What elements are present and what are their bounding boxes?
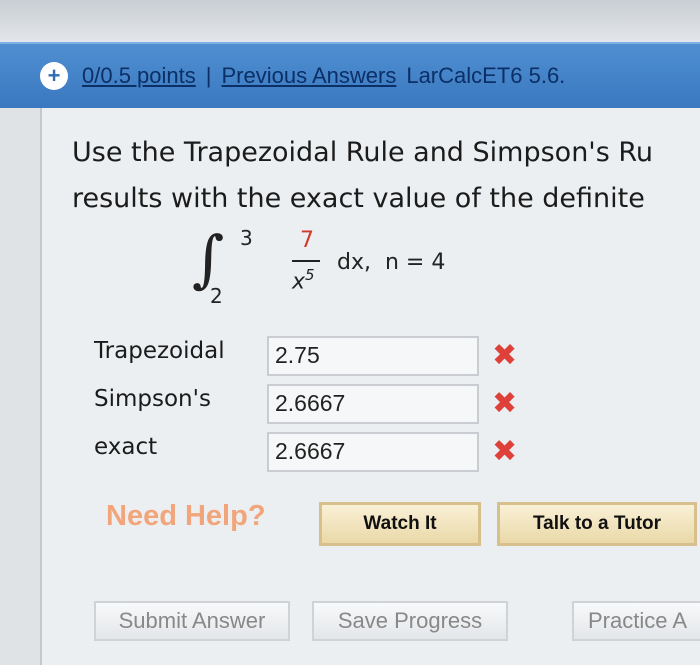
incorrect-x-icon: ✖ <box>492 338 518 373</box>
points-link[interactable]: 0/0.5 points <box>82 63 196 89</box>
denominator-base: x <box>292 269 306 295</box>
fraction-bar <box>292 260 320 262</box>
differential-and-n: dx, n = 4 <box>337 250 445 275</box>
course-code: LarCalcET6 5.6. <box>406 63 566 88</box>
exact-input[interactable]: 2.6667 <box>267 432 479 472</box>
trapezoidal-input[interactable]: 2.75 <box>267 336 479 376</box>
previous-answers-link[interactable]: Previous Answers <box>221 63 396 89</box>
label-simpsons: Simpson's <box>94 386 211 412</box>
save-progress-button[interactable]: Save Progress <box>312 601 508 641</box>
integral-upper-limit: 3 <box>240 226 253 250</box>
expand-plus-icon[interactable]: + <box>40 62 68 90</box>
label-trapezoidal: Trapezoidal <box>94 338 225 364</box>
differential: dx, <box>337 250 371 275</box>
browser-top-strip <box>0 0 700 42</box>
question-content: Use the Trapezoidal Rule and Simpson's R… <box>40 108 700 665</box>
integral-expression: ∫ 3 2 7 x5 dx, n = 4 <box>192 222 492 311</box>
simpsons-input[interactable]: 2.6667 <box>267 384 479 424</box>
watch-it-button[interactable]: Watch It <box>319 502 481 546</box>
header-separator: | <box>205 63 212 88</box>
question-line-2: results with the exact value of the defi… <box>72 183 645 214</box>
question-text: Use the Trapezoidal Rule and Simpson's R… <box>72 130 700 222</box>
n-value: n = 4 <box>384 250 446 275</box>
denominator-exponent: 5 <box>305 266 315 284</box>
need-help-label: Need Help? <box>106 500 266 532</box>
label-exact: exact <box>94 434 158 460</box>
submit-answer-button[interactable]: Submit Answer <box>94 601 290 641</box>
incorrect-x-icon: ✖ <box>492 434 518 469</box>
talk-to-tutor-button[interactable]: Talk to a Tutor <box>497 502 697 546</box>
integral-lower-limit: 2 <box>210 284 223 308</box>
question-header: + 0/0.5 points | Previous Answers LarCal… <box>0 42 700 108</box>
practice-another-button[interactable]: Practice A <box>572 601 700 641</box>
integrand-numerator: 7 <box>300 228 314 253</box>
integrand-denominator: x5 <box>292 266 315 294</box>
question-line-1: Use the Trapezoidal Rule and Simpson's R… <box>72 137 654 168</box>
incorrect-x-icon: ✖ <box>492 386 518 421</box>
